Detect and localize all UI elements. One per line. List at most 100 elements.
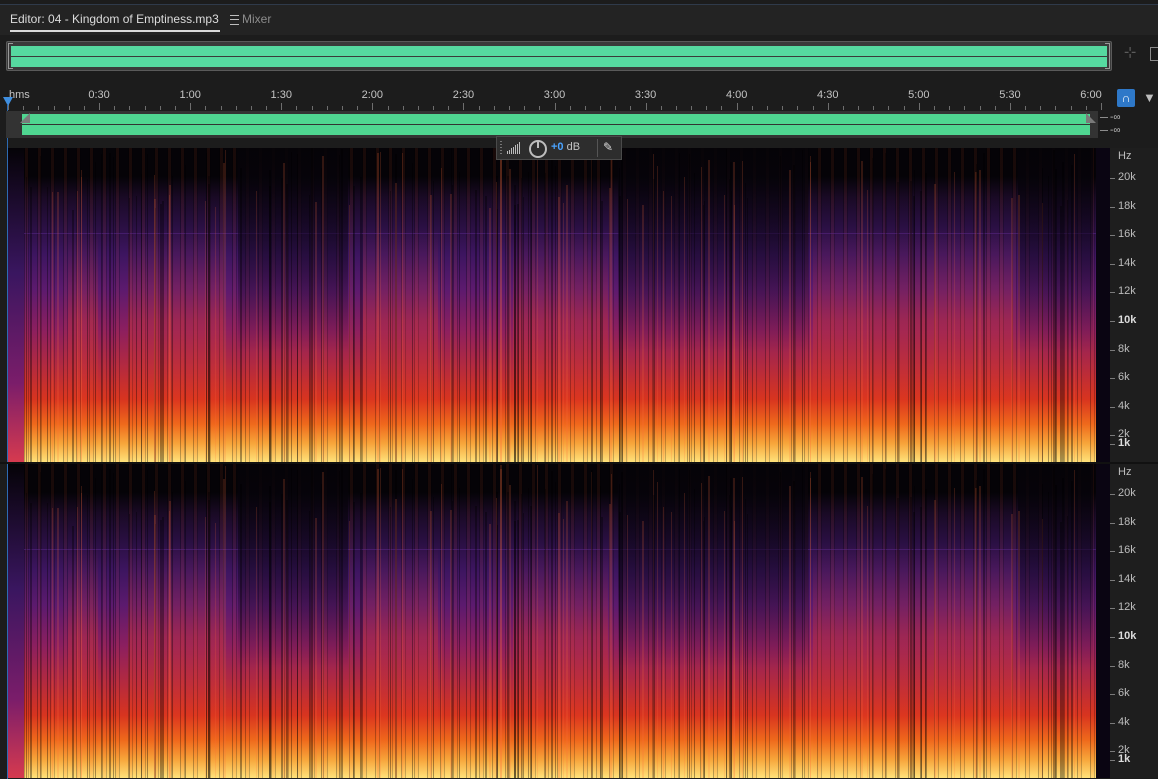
hamburger-menu-icon[interactable] [230,14,240,25]
frequency-label: 16k [1118,544,1136,557]
ruler-tick [372,103,374,110]
spectrogram-streak [563,519,565,778]
spectrogram-streak [516,519,519,778]
frequency-tick [1110,722,1115,724]
channel-volume-top: -∞ [1100,112,1120,123]
hud-drag-grip[interactable] [500,141,502,155]
frequency-tick [1110,694,1115,696]
marker-pin-icon[interactable]: ▼ [1143,90,1156,105]
ruler-tick [934,106,935,110]
panel-menu-icon[interactable] [1150,47,1158,61]
spectrogram-streak [497,209,499,462]
fade-out-handle[interactable] [1086,113,1096,123]
spectrogram-streak [26,492,28,778]
track-clip-strip[interactable] [6,111,1098,138]
spectrogram-streak [171,492,173,778]
spectrogram-streak [810,472,812,778]
clip-waveform-left [22,114,1090,124]
overview-navigator[interactable] [6,41,1112,71]
ruler-tick [949,106,951,110]
frequency-tick [1110,435,1115,437]
spectrogram-streak [360,176,363,462]
spectrogram-channel-2[interactable] [8,464,1110,778]
ruler-tick [903,106,905,110]
spectrogram-streak [653,494,656,778]
headphones-icon[interactable]: ∩ [1117,89,1135,107]
spectrogram-streak [523,197,525,462]
spectrogram-streak [912,195,915,462]
spectrogram-streak [136,511,138,778]
spectrogram-streak [94,162,96,462]
ruler-tick [205,106,207,110]
spectrogram-streak [297,153,299,462]
frequency-label: 10k [1118,630,1137,642]
tab-editor[interactable]: Editor: 04 - Kingdom of Emptiness.mp3 [10,12,240,32]
spectrogram-streak [315,201,318,462]
gain-knob[interactable] [529,140,547,158]
spectrogram-streak [810,156,812,462]
spectrogram-streak [256,507,258,778]
spectrogram-streak [979,486,982,778]
ruler-tick [873,106,875,110]
tab-mixer[interactable]: Mixer [242,12,271,26]
spectrogram-streak [641,520,644,778]
ruler-tick [1070,106,1072,110]
spectrogram-streak [204,200,206,462]
spectrogram-streak [693,489,695,778]
spectrogram-streak [269,170,272,462]
spectrogram-streak [656,165,658,462]
spectrogram-streak [954,172,956,462]
spectrogram-streak [222,478,225,778]
spectrogram-streak [741,160,743,462]
spectrogram-streak [507,175,510,462]
spectrogram-streak [688,469,690,778]
frequency-tick [1110,522,1115,524]
spectrogram-streak [76,190,78,462]
spectrogram-streak [528,487,530,778]
overview-right-handle[interactable] [1105,43,1110,69]
spectrogram-streak [321,156,324,462]
spectrogram-streak [488,524,491,778]
clip-waveform-right [22,125,1090,135]
gain-value[interactable]: +0 dB [551,141,580,153]
spectrogram-streak [46,186,48,462]
overview-left-handle[interactable] [8,43,13,69]
zoom-to-selection-icon[interactable]: ⊹ [1122,45,1138,61]
spectrogram-streak [488,208,491,462]
gain-hud[interactable]: +0 dB ✎ [496,136,622,160]
ruler-tick [918,103,920,110]
spectrogram-right-edge [1096,148,1110,462]
spectrogram-streak [402,153,404,462]
spectrogram-streak [866,505,868,778]
spectrogram-streak [352,501,355,778]
time-ruler[interactable]: hms 0:30 1:00 1:30 2:00 2:30 3:00 3:30 4:00 4:30… [0,86,1112,110]
spectrogram-streak [688,153,690,462]
frequency-label: 1k [1118,436,1131,449]
spectrogram-streak [1073,154,1075,462]
spectrogram-streak [171,176,173,462]
frequency-label: 16k [1118,228,1136,241]
spectrogram-channel-1[interactable] [8,148,1110,462]
pin-icon[interactable]: ✎ [603,140,613,154]
ruler-tick [600,106,602,110]
playhead-marker[interactable] [3,97,13,106]
spectrogram-streak [500,149,503,462]
spectrogram-streak [600,485,602,778]
ruler-tick [250,106,252,110]
ruler-tick [1085,106,1087,110]
spectrogram-streak [76,506,78,778]
ruler-tick [114,106,116,110]
spectrogram-streak [94,478,96,778]
spectrogram-streak [609,503,612,778]
ruler-tick [174,106,176,110]
ruler-tick [463,103,465,110]
spectrogram-streak [530,190,533,462]
spectrogram-streak [101,153,103,462]
spectrogram-streak [919,507,922,778]
ruler-time-label: 3:30 [634,89,657,101]
spectrogram-loud-region [363,226,438,462]
spectrogram-streak [641,204,644,462]
ruler-time-label: 4:30 [817,89,839,101]
spectrogram-streak [982,153,985,462]
frequency-label: 14k [1118,256,1136,269]
